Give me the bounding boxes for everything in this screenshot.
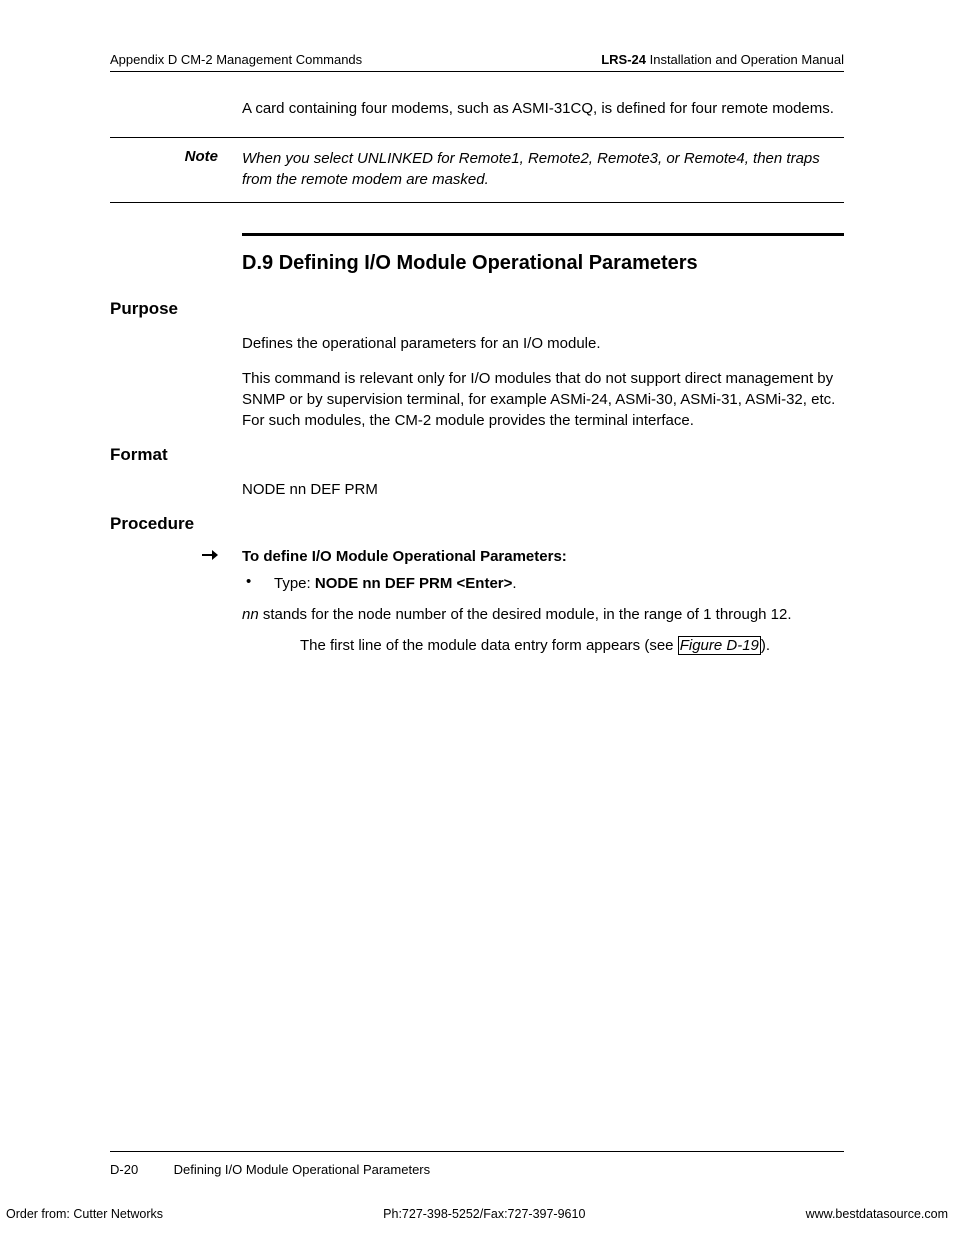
header-left: Appendix D CM-2 Management Commands	[110, 52, 362, 67]
format-text: NODE nn DEF PRM	[242, 479, 844, 500]
page-number: D-20	[110, 1162, 170, 1177]
order-source: Order from: Cutter Networks	[6, 1207, 163, 1221]
purpose-heading: Purpose	[110, 299, 844, 319]
header-right: LRS-24 Installation and Operation Manual	[601, 52, 844, 67]
intro-paragraph: A card containing four modems, such as A…	[242, 98, 844, 119]
procedure-lead-row: To define I/O Module Operational Paramet…	[110, 548, 844, 565]
note-text: When you select UNLINKED for Remote1, Re…	[242, 148, 844, 190]
order-footer: Order from: Cutter Networks Ph:727-398-5…	[0, 1207, 954, 1221]
section-title: D.9 Defining I/O Module Operational Para…	[242, 252, 844, 275]
order-url: www.bestdatasource.com	[806, 1207, 948, 1221]
format-heading: Format	[110, 445, 844, 465]
bullet-icon: •	[242, 573, 274, 594]
purpose-p1: Defines the operational parameters for a…	[242, 333, 844, 354]
procedure-bullet-text: Type: NODE nn DEF PRM <Enter>.	[274, 573, 844, 594]
header-doc-title: Installation and Operation Manual	[646, 52, 844, 67]
result-pre: The first line of the module data entry …	[300, 637, 678, 654]
section-number: D.9	[242, 252, 273, 274]
header-product: LRS-24	[601, 52, 646, 67]
note-label: Note	[110, 148, 242, 190]
nn-italic: nn	[242, 606, 259, 623]
order-phone: Ph:727-398-5252/Fax:727-397-9610	[383, 1207, 585, 1221]
page-footer: D-20 Defining I/O Module Operational Par…	[110, 1151, 844, 1177]
bullet-command: NODE nn DEF PRM <Enter>	[315, 575, 513, 592]
result-post: ).	[761, 637, 770, 654]
section-heading-text: Defining I/O Module Operational Paramete…	[279, 252, 698, 274]
procedure-heading: Procedure	[110, 514, 844, 534]
procedure-nn-explain: nn stands for the node number of the des…	[242, 604, 844, 625]
footer-section-title: Defining I/O Module Operational Paramete…	[174, 1162, 431, 1177]
bullet-prefix: Type:	[274, 575, 315, 592]
procedure-result: The first line of the module data entry …	[300, 635, 844, 656]
procedure-bullet: • Type: NODE nn DEF PRM <Enter>.	[242, 573, 844, 594]
bullet-suffix: .	[512, 575, 516, 592]
procedure-arrow-icon	[110, 548, 242, 565]
running-header: Appendix D CM-2 Management Commands LRS-…	[110, 52, 844, 72]
purpose-p2: This command is relevant only for I/O mo…	[242, 368, 844, 431]
figure-ref-link[interactable]: Figure D-19	[678, 636, 761, 655]
note-box: Note When you select UNLINKED for Remote…	[110, 137, 844, 203]
procedure-lead-text: To define I/O Module Operational Paramet…	[242, 548, 844, 565]
nn-rest: stands for the node number of the desire…	[259, 606, 792, 623]
section-rule	[242, 233, 844, 236]
